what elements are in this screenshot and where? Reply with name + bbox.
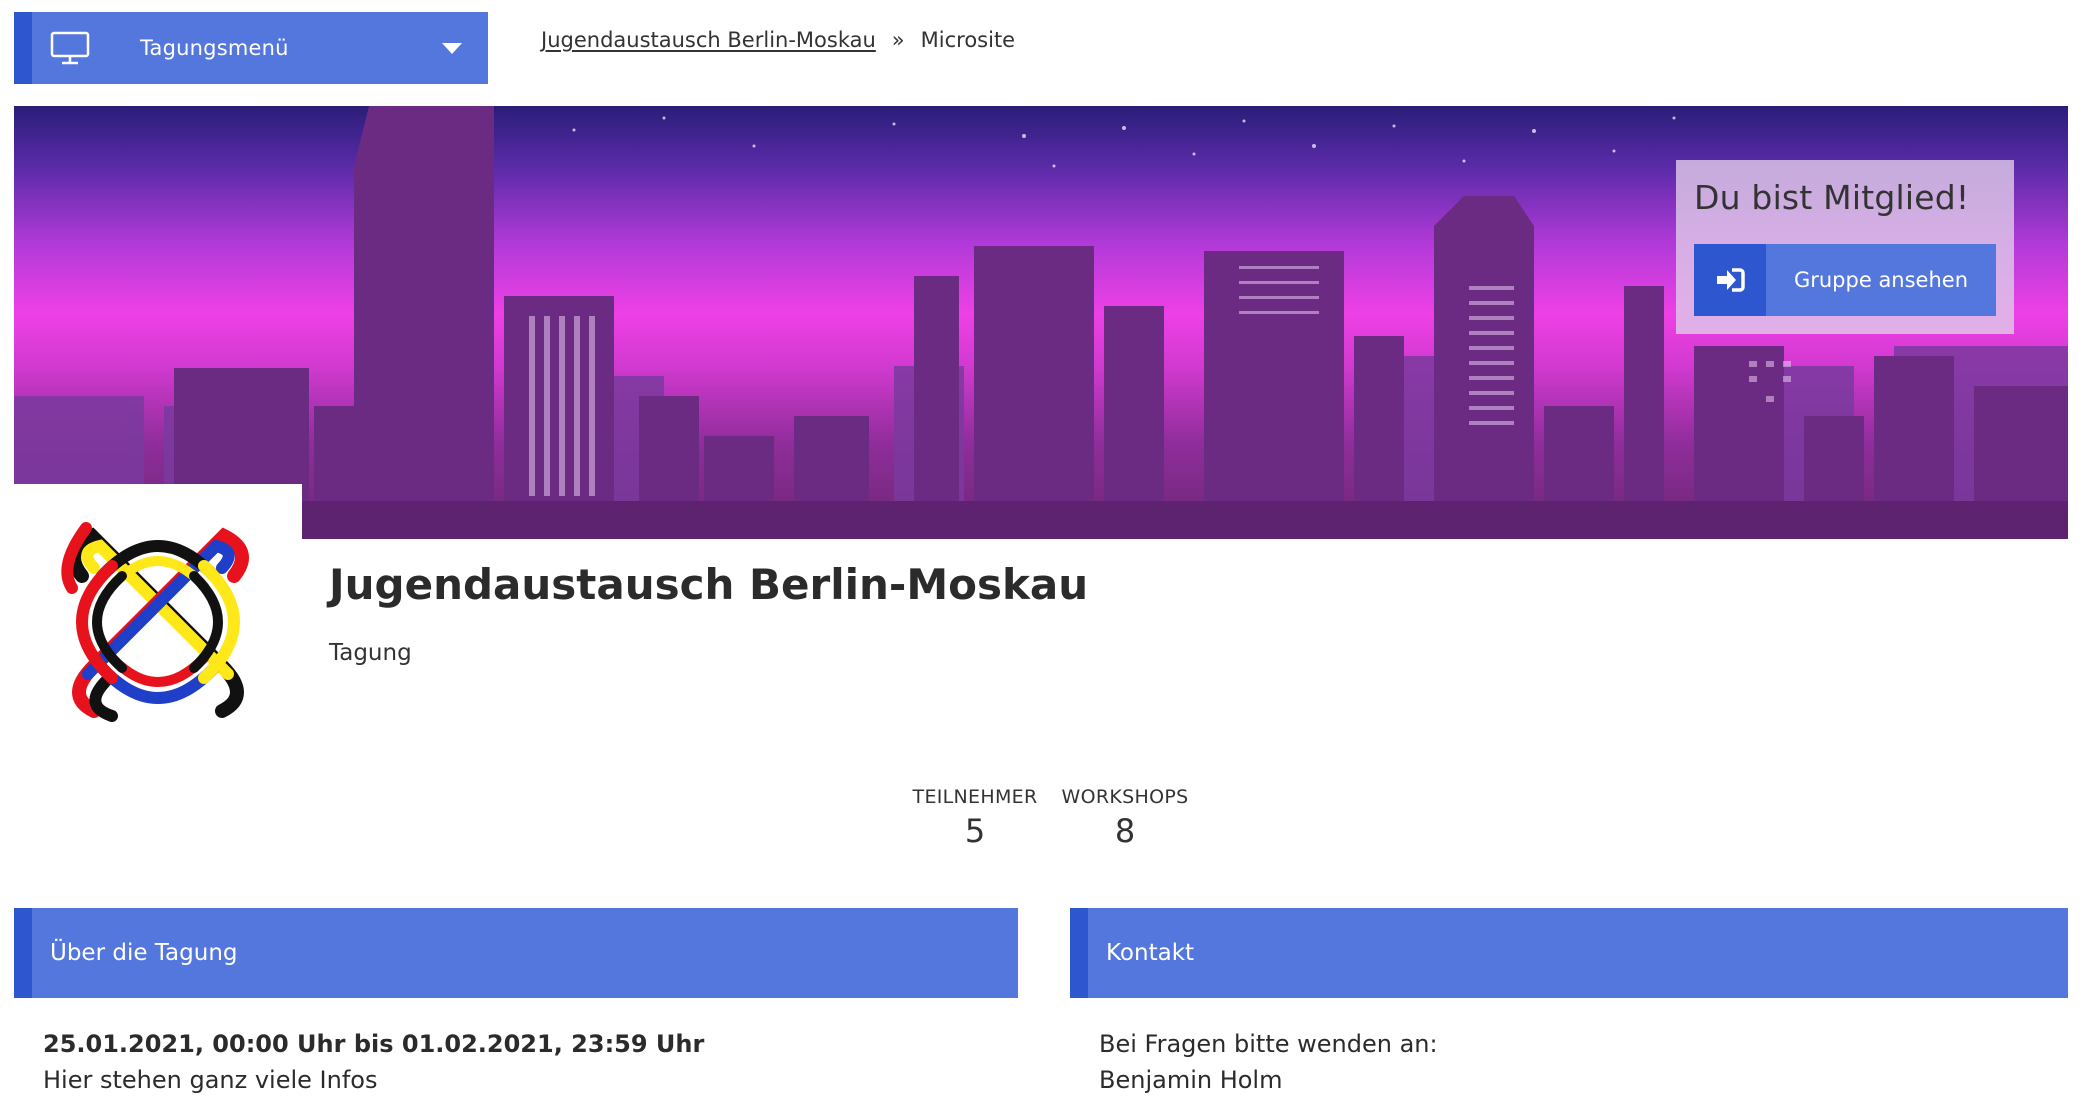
sign-in-icon [1694,244,1766,316]
group-logo [14,484,302,754]
breadcrumb-current: Microsite [920,28,1016,52]
breadcrumb: Jugendaustausch Berlin-Moskau » Microsit… [541,28,1015,52]
contact-person: Benjamin Holm [1099,1066,1283,1094]
knot-logo-icon [61,522,249,722]
stat-participants-label: TEILNEHMER [912,786,1038,808]
about-panel-body: 25.01.2021, 00:00 Uhr bis 01.02.2021, 23… [43,1026,1003,1098]
contact-panel-header: Kontakt [1070,908,2068,998]
view-group-label: Gruppe ansehen [1793,268,1969,292]
breadcrumb-separator: » [891,28,905,52]
monitor-icon [50,31,90,65]
stat-workshops[interactable]: WORKSHOPS 8 [1050,786,1200,850]
stats-bar: TEILNEHMER 5 WORKSHOPS 8 [900,786,1200,850]
contact-panel-body: Bei Fragen bitte wenden an: Benjamin Hol… [1099,1026,2039,1098]
conference-menu-label: Tagungsmenü [140,36,289,60]
membership-title: Du bist Mitglied! [1694,178,1970,217]
event-date-range: 25.01.2021, 00:00 Uhr bis 01.02.2021, 23… [43,1030,705,1058]
contact-intro: Bei Fragen bitte wenden an: [1099,1030,1438,1058]
stat-participants[interactable]: TEILNEHMER 5 [900,786,1050,850]
breadcrumb-link-group[interactable]: Jugendaustausch Berlin-Moskau [541,28,876,52]
view-group-button[interactable]: Gruppe ansehen [1694,244,1996,316]
stat-workshops-value: 8 [1114,812,1136,850]
page-title: Jugendaustausch Berlin-Moskau [329,560,1089,609]
membership-box: Du bist Mitglied! Gruppe ansehen [1676,160,2014,334]
group-type: Tagung [329,640,412,666]
about-panel-header: Über die Tagung [14,908,1018,998]
event-description: Hier stehen ganz viele Infos [43,1066,378,1094]
stat-participants-value: 5 [964,812,986,850]
conference-menu-dropdown[interactable]: Tagungsmenü [14,12,488,84]
chevron-down-icon [442,42,462,54]
stat-workshops-label: WORKSHOPS [1061,786,1189,808]
